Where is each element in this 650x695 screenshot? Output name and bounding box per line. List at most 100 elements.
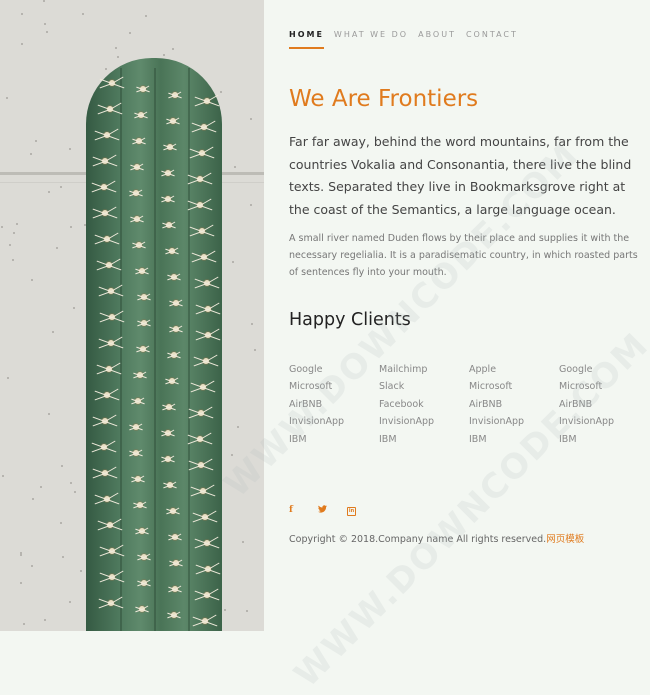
wall-speckle <box>60 186 62 188</box>
wall-speckle <box>73 307 75 309</box>
client-name: IBM <box>469 433 487 445</box>
wall-speckle <box>62 556 64 558</box>
wall-speckle <box>242 541 244 543</box>
wall-speckle <box>250 118 252 120</box>
client-name: IBM <box>289 433 307 445</box>
wall-speckle <box>254 349 256 351</box>
cactus-rib <box>188 68 190 631</box>
client-name: AirBNB <box>559 398 593 410</box>
wall-speckle <box>31 279 33 281</box>
nav-item-what-we-do[interactable]: WHAT WE DO <box>334 30 408 49</box>
footer-link[interactable]: 网页模板 <box>546 534 584 545</box>
wall-speckle <box>70 226 72 228</box>
wall-speckle <box>82 13 84 15</box>
client-name: InvisionApp <box>289 416 345 428</box>
wall-speckle <box>48 191 50 193</box>
wall-speckle <box>129 32 131 34</box>
wall-speckle <box>46 31 48 33</box>
wall-speckle <box>70 482 72 484</box>
facebook-icon[interactable]: f <box>289 505 318 516</box>
client-name: Google <box>559 364 593 375</box>
client-name: Facebook <box>379 398 424 410</box>
wall-speckle <box>61 465 63 467</box>
twitter-bird-glyph <box>318 505 327 513</box>
clients-column: Google Microsoft AirBNB InvisionApp IBM <box>559 361 649 448</box>
clients-column: Apple Microsoft AirBNB InvisionApp IBM <box>469 361 559 448</box>
wall-speckle <box>9 244 11 246</box>
wall-speckle <box>224 609 226 611</box>
body-paragraph: A small river named Duden flows by their… <box>289 233 638 278</box>
wall-speckle <box>163 54 165 56</box>
twitter-icon[interactable] <box>318 505 347 516</box>
client-name: Mailchimp <box>379 364 428 375</box>
wall-speckle <box>69 148 71 150</box>
wall-speckle <box>23 623 25 625</box>
wall-speckle <box>80 570 82 572</box>
main-nav: HOME WHAT WE DO ABOUT CONTACT <box>289 30 528 49</box>
wall-speckle <box>69 601 71 603</box>
wall-speckle <box>56 247 58 249</box>
wall-speckle <box>44 619 46 621</box>
wall-speckle <box>172 48 174 50</box>
clients-heading: Happy Clients <box>289 310 411 330</box>
client-name: Google <box>289 364 323 375</box>
wall-speckle <box>246 610 248 612</box>
client-name: IBM <box>379 433 397 445</box>
clients-column: Mailchimp Slack Facebook InvisionApp IBM <box>379 361 469 448</box>
wall-speckle <box>20 582 22 584</box>
cactus-photo <box>0 0 264 631</box>
client-name: Slack <box>379 381 405 393</box>
wall-speckle <box>231 454 233 456</box>
client-name: Microsoft <box>469 381 513 393</box>
client-name: InvisionApp <box>469 416 525 428</box>
wall-speckle <box>145 15 147 17</box>
wall-speckle <box>232 261 234 263</box>
wall-speckle <box>250 204 252 206</box>
nav-item-about[interactable]: ABOUT <box>418 30 456 49</box>
wall-speckle <box>35 140 37 142</box>
wall-speckle <box>30 153 32 155</box>
wall-speckle <box>2 475 4 477</box>
wall-speckle <box>21 43 23 45</box>
client-name: IBM <box>559 433 577 445</box>
copyright-text: Copyright © 2018.Company name All rights… <box>289 534 547 545</box>
wall-speckle <box>117 56 119 58</box>
linkedin-icon[interactable]: in <box>347 505 376 516</box>
wall-speckle <box>21 13 23 15</box>
client-name: Microsoft <box>289 381 333 393</box>
client-name: Apple <box>469 364 497 375</box>
wall-speckle <box>234 166 236 168</box>
wall-speckle <box>43 0 45 2</box>
wall-speckle <box>44 23 46 25</box>
wall-speckle <box>220 91 222 93</box>
wall-speckle <box>74 491 76 493</box>
wall-speckle <box>60 522 62 524</box>
client-name: InvisionApp <box>379 416 435 428</box>
wall-speckle <box>7 377 9 379</box>
wall-speckle <box>105 68 107 70</box>
client-name: Microsoft <box>559 381 603 393</box>
wall-speckle <box>20 554 22 556</box>
wall-speckle <box>16 223 18 225</box>
wall-speckle <box>31 565 33 567</box>
wall-speckle <box>12 259 14 261</box>
wall-speckle <box>52 331 54 333</box>
wall-speckle <box>1 226 3 228</box>
wall-speckle <box>115 47 117 49</box>
wall-speckle <box>13 232 15 234</box>
wall-speckle <box>237 426 239 428</box>
footer-copyright: Copyright © 2018.Company name All rights… <box>289 531 584 545</box>
page-title: We Are Frontiers <box>289 86 479 112</box>
wall-speckle <box>6 97 8 99</box>
client-name: InvisionApp <box>559 416 615 428</box>
nav-item-home[interactable]: HOME <box>289 30 324 49</box>
cactus-rib <box>154 68 156 631</box>
lead-paragraph: Far far away, behind the word mountains,… <box>289 134 632 217</box>
clients-list: Google Microsoft AirBNB InvisionApp IBM … <box>289 361 649 448</box>
wall-speckle <box>48 413 50 415</box>
linkedin-glyph: in <box>347 507 356 516</box>
wall-speckle <box>32 498 34 500</box>
social-links: f in <box>289 505 376 516</box>
client-name: AirBNB <box>289 398 323 410</box>
nav-item-contact[interactable]: CONTACT <box>466 30 518 49</box>
